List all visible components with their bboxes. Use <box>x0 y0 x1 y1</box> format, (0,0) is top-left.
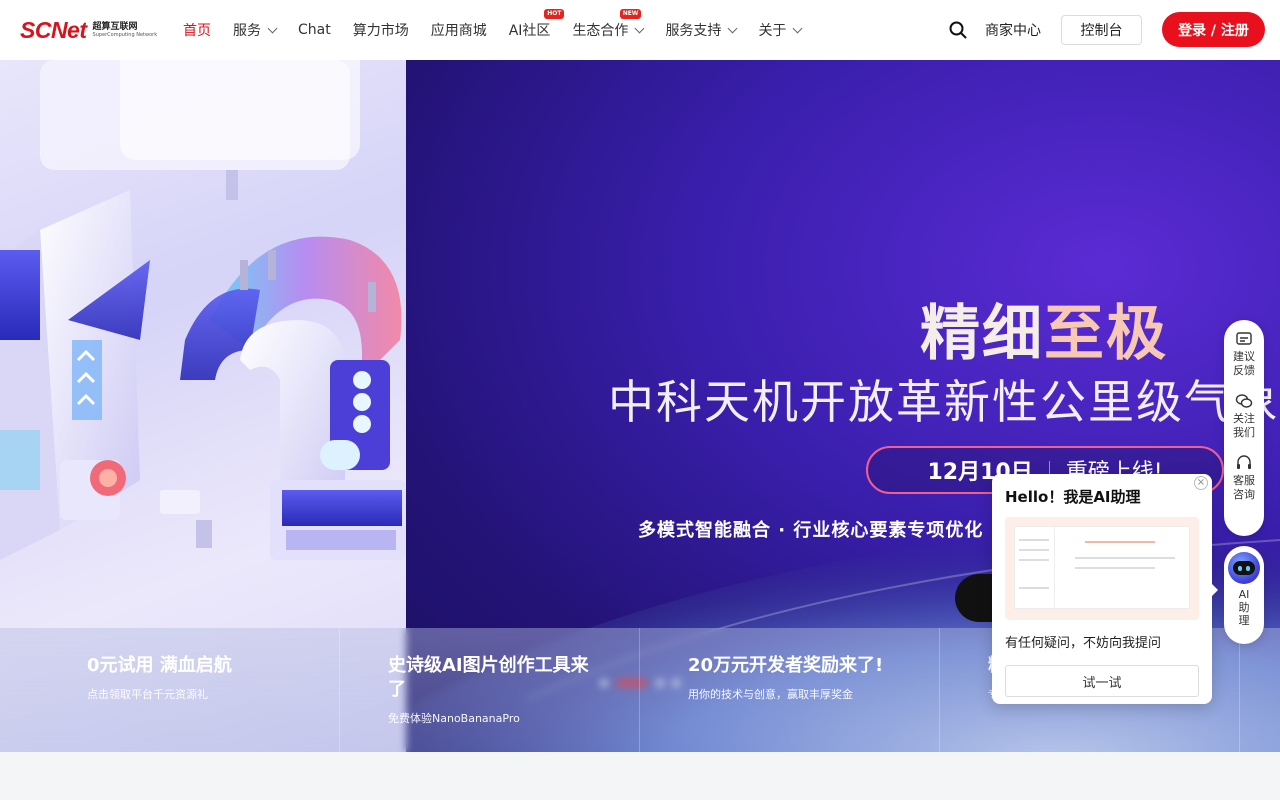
customer-service-button[interactable]: 客服咨询 <box>1232 454 1256 502</box>
nav-label: 服务 <box>233 23 261 39</box>
preview-line <box>1085 541 1155 543</box>
preview-window <box>1014 526 1190 610</box>
hot-badge: HOT <box>544 9 565 19</box>
new-badge: NEW <box>619 9 642 19</box>
promo-card[interactable]: 史诗级AI图片创作工具来了 免费体验NanoBananaPro <box>340 628 640 752</box>
ai-avatar-icon <box>1228 552 1260 584</box>
nav-item-home[interactable]: 首页 <box>183 20 211 40</box>
preview-line <box>1019 559 1049 561</box>
chevron-down-icon <box>634 23 645 33</box>
hero-title-part2: 至极 <box>1044 299 1168 369</box>
logo-subtitle: 超算互联网 SuperComputing Network <box>93 23 158 38</box>
hero-title-part1: 精细 <box>920 299 1044 369</box>
nav-item-app-store[interactable]: 应用商城 <box>431 20 487 40</box>
ai-face <box>1233 561 1255 575</box>
nav-item-services[interactable]: 服务 <box>233 20 278 40</box>
search-icon[interactable] <box>949 21 967 39</box>
chevron-down-icon <box>792 23 803 33</box>
customer-service-label: 客服咨询 <box>1233 474 1255 501</box>
logo-mark: SCNet <box>20 17 87 43</box>
nav-label: Chat <box>298 22 331 38</box>
preview-line <box>1075 557 1175 559</box>
promo-card-title: 20万元开发者奖励来了! <box>688 655 884 676</box>
feedback-icon <box>1236 332 1252 345</box>
login-register-button[interactable]: 登录 / 注册 <box>1162 12 1265 47</box>
follow-us-label: 关注我们 <box>1233 412 1255 439</box>
promo-card[interactable]: 20万元开发者奖励来了! 用你的技术与创意，赢取丰厚奖金 <box>640 628 940 752</box>
ai-eye <box>1238 565 1242 571</box>
close-icon[interactable]: × <box>1194 476 1208 490</box>
ai-assistant-popup: × Hello！我是AI助理 有任何疑问，不妨向我提问 试一试 <box>992 474 1218 704</box>
nav-item-chat[interactable]: Chat <box>298 22 331 38</box>
promo-card-title: 0元试用 满血启航 <box>87 655 232 676</box>
nav-item-ecosystem[interactable]: 生态合作 NEW <box>572 9 645 40</box>
nav-label: 关于 <box>758 23 787 39</box>
promo-card-desc: 免费体验NanoBananaPro <box>388 712 520 725</box>
console-button[interactable]: 控制台 <box>1061 15 1142 45</box>
popup-title: Hello！我是AI助理 <box>1005 488 1141 506</box>
feedback-button[interactable]: 建议反馈 <box>1232 330 1256 378</box>
preview-line <box>1019 549 1049 551</box>
promo-card[interactable]: 0元试用 满血启航 点击领取平台千元资源礼 <box>0 628 340 752</box>
hero-title: 精细至极 <box>920 285 1168 372</box>
follow-us-button[interactable]: 关注我们 <box>1232 392 1256 440</box>
promo-card-desc: 点击领取平台千元资源礼 <box>87 688 208 701</box>
preview-line <box>1019 587 1049 589</box>
logo-cn-text: 超算互联网 <box>92 22 138 32</box>
page-content-area <box>0 752 1280 800</box>
nav-item-compute-market[interactable]: 算力市场 <box>353 20 409 40</box>
promo-card-desc: 用你的技术与创意，赢取丰厚奖金 <box>688 688 853 701</box>
chevron-down-icon <box>727 23 738 33</box>
main-nav: 首页 服务 Chat 算力市场 应用商城 AI社区 HOT 生态合作 NEW 服务支… <box>183 0 823 60</box>
promo-card-title: 史诗级AI图片创作工具来了 <box>388 655 589 700</box>
nav-label: 应用商城 <box>430 23 487 39</box>
nav-label: 生态合作 <box>572 23 629 39</box>
nav-label: 服务支持 <box>665 23 722 39</box>
merchant-center-link[interactable]: 商家中心 <box>985 20 1041 40</box>
popup-arrow <box>1212 584 1218 596</box>
nav-item-support[interactable]: 服务支持 <box>665 20 738 40</box>
hero-subtitle: 中科天机开放革新性公里级气象 <box>608 375 1280 429</box>
floating-toolbar: 建议反馈 关注我们 客服咨询 <box>1224 320 1264 536</box>
preview-line <box>1019 539 1049 541</box>
feedback-label: 建议反馈 <box>1233 350 1255 377</box>
ai-eye <box>1246 565 1250 571</box>
popup-preview-image <box>1005 517 1199 620</box>
wechat-icon <box>1235 394 1253 408</box>
logo[interactable]: SCNet 超算互联网 SuperComputing Network <box>20 17 157 44</box>
chevron-down-icon <box>267 23 278 33</box>
top-header: SCNet 超算互联网 SuperComputing Network 首页 服务… <box>0 0 1280 60</box>
nav-label: 算力市场 <box>352 23 409 39</box>
nav-item-ai-community[interactable]: AI社区 HOT <box>508 9 565 40</box>
try-it-button[interactable]: 试一试 <box>1005 665 1199 697</box>
headset-icon <box>1237 455 1251 469</box>
ai-assistant-label: AI助理 <box>1238 588 1250 627</box>
ai-assistant-button[interactable]: AI助理 <box>1224 546 1264 644</box>
nav-label: 首页 <box>183 23 211 39</box>
preview-line <box>1075 567 1155 569</box>
logo-en-text: SuperComputing Network <box>92 32 158 38</box>
nav-label: AI社区 <box>508 23 551 39</box>
nav-item-about[interactable]: 关于 <box>758 20 803 40</box>
popup-desc: 有任何疑问，不妨向我提问 <box>1005 636 1162 651</box>
